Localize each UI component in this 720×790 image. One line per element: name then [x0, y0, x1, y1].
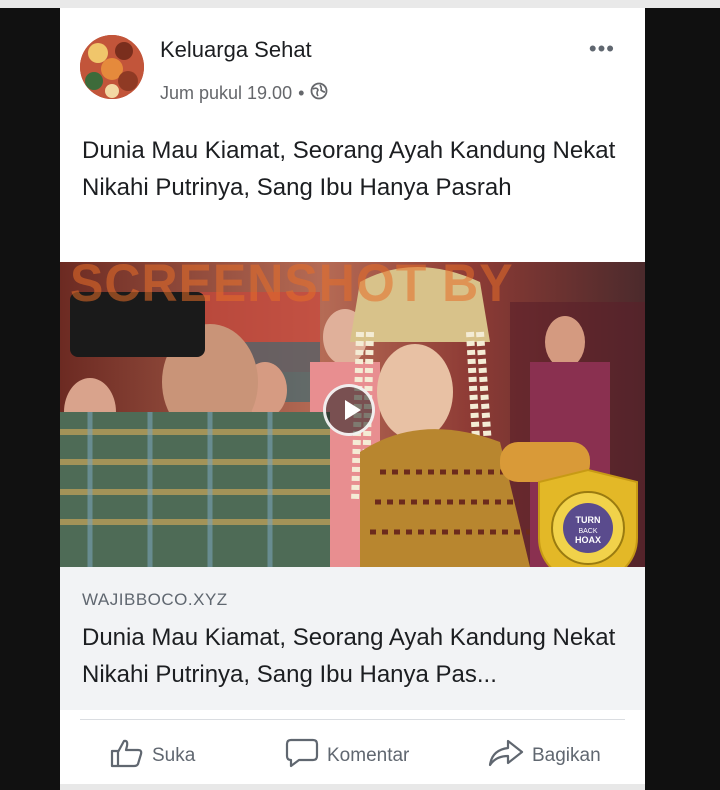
bottom-edge: [60, 784, 645, 790]
svg-text:BACK: BACK: [578, 528, 597, 535]
meta-separator: •: [298, 83, 305, 103]
thumbs-up-icon: [110, 738, 144, 774]
link-preview[interactable]: WAJIBBOCO.XYZ Dunia Mau Kiamat, Seorang …: [60, 567, 645, 710]
right-dark-margin: [645, 8, 720, 790]
more-options-icon[interactable]: •••: [589, 36, 615, 62]
timestamp[interactable]: Jum pukul 19.00: [160, 83, 292, 104]
comment-bubble-icon: [285, 738, 319, 774]
svg-text:HOAX: HOAX: [575, 535, 601, 545]
share-label: Bagikan: [532, 745, 601, 766]
author-name[interactable]: Keluarga Sehat: [160, 37, 312, 63]
actions-divider: [80, 719, 625, 720]
facebook-post: Keluarga Sehat Jum pukul 19.00 • ••• Dun…: [60, 8, 645, 790]
top-strip: [0, 0, 720, 8]
globe-icon: [310, 82, 328, 105]
post-caption: Dunia Mau Kiamat, Seorang Ayah Kandung N…: [82, 137, 616, 201]
post-actions: Suka Komentar Bagikan: [60, 726, 645, 784]
post-meta: Jum pukul 19.00 •: [160, 82, 328, 105]
post-header: Keluarga Sehat Jum pukul 19.00 • •••: [60, 8, 645, 118]
share-arrow-icon: [488, 738, 524, 774]
link-domain: WAJIBBOCO.XYZ: [82, 590, 228, 609]
avatar[interactable]: [80, 35, 144, 99]
comment-label: Komentar: [327, 745, 410, 766]
left-dark-margin: [0, 8, 60, 790]
mafindo-badge-logo: TURN BACK HOAX MAFINDO: [538, 468, 638, 567]
like-label: Suka: [152, 745, 196, 766]
screenshot-watermark: SCREENSHOT BY: [70, 262, 514, 313]
share-button[interactable]: Bagikan: [488, 738, 601, 774]
svg-text:TURN: TURN: [576, 515, 601, 525]
link-title[interactable]: Dunia Mau Kiamat, Seorang Ayah Kandung N…: [82, 619, 632, 693]
comment-button[interactable]: Komentar: [285, 738, 409, 774]
play-icon[interactable]: [323, 384, 375, 436]
like-button[interactable]: Suka: [110, 738, 195, 774]
